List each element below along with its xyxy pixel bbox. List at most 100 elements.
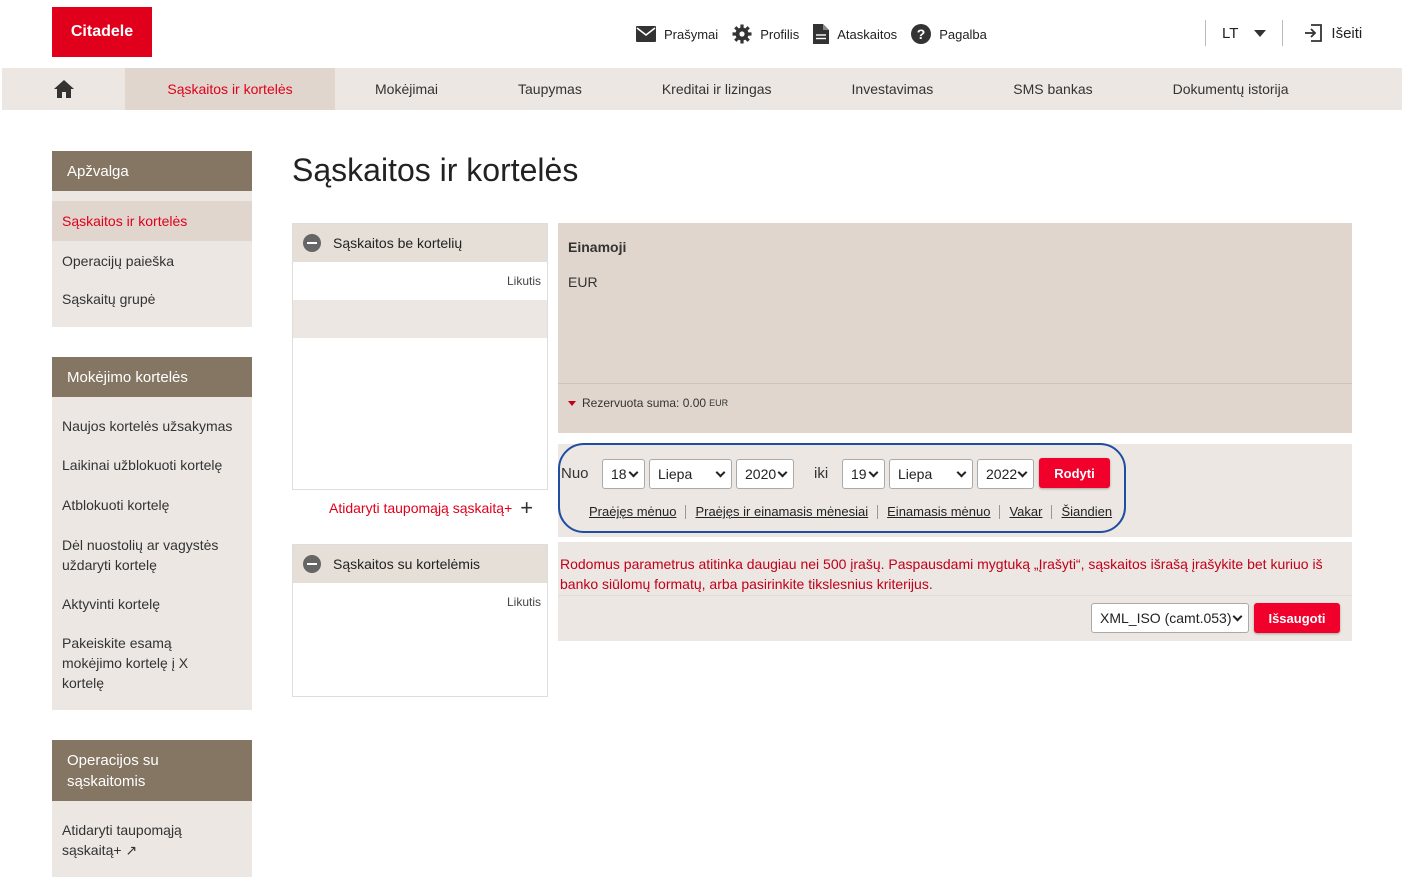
nav-document-history[interactable]: Dokumentų istorija <box>1173 68 1289 110</box>
divider <box>558 595 1352 596</box>
collapse-icon[interactable] <box>303 555 321 573</box>
to-day-select[interactable]: 19 <box>842 459 885 489</box>
sidebar-heading: Apžvalga <box>52 151 252 191</box>
yesterday-link[interactable]: Vakar <box>1004 504 1047 519</box>
quick-date-links: Praėjęs mėnuo Praėjęs ir einamasis mėnes… <box>584 504 1117 519</box>
home-button[interactable] <box>2 68 125 110</box>
warning-message: Rodomus parametrus atitinka daugiau nei … <box>560 556 1323 592</box>
from-day-select[interactable]: 18 <box>602 459 645 489</box>
requests-link[interactable]: Prašymai <box>636 26 718 42</box>
caret-down-icon <box>568 400 576 406</box>
from-year-select[interactable]: 2020 <box>736 459 794 489</box>
reserved-value: 0.00 <box>682 396 707 410</box>
sidebar-overview: Apžvalga Sąskaitos ir kortelės Operacijų… <box>52 151 252 327</box>
to-month-select[interactable]: Liepa <box>889 459 973 489</box>
chevron-down-icon <box>628 467 639 478</box>
sidebar-item-activate-card[interactable]: Aktyvinti kortelę <box>52 594 170 614</box>
chevron-down-icon <box>777 467 788 478</box>
reserved-label: Rezervuota suma: <box>582 396 680 410</box>
from-day-value: 18 <box>611 466 627 482</box>
svg-text:?: ? <box>917 26 926 42</box>
nav-savings[interactable]: Taupymas <box>518 68 582 110</box>
divider <box>558 383 1352 384</box>
profile-link[interactable]: Profilis <box>732 24 799 44</box>
nav-investing[interactable]: Investavimas <box>852 68 934 110</box>
language-area: LT Išeiti <box>1205 20 1362 46</box>
profile-label: Profilis <box>760 26 800 42</box>
today-link[interactable]: Šiandien <box>1056 504 1117 519</box>
account-detail: Einamoji EUR Rezervuota suma: 0.00 EUR <box>558 223 1352 433</box>
sidebar-item-open-savings[interactable]: Atidaryti taupomąją sąskaitą+ ↗ <box>52 820 202 860</box>
current-month-link[interactable]: Einamasis mėnuo <box>882 504 995 519</box>
envelope-icon <box>636 26 656 42</box>
sidebar-payment-cards: Mokėjimo kortelės Naujos kortelės užsaky… <box>52 357 252 710</box>
gear-icon <box>732 24 752 44</box>
to-label: iki <box>814 465 829 482</box>
reports-link[interactable]: Ataskaitos <box>813 24 897 44</box>
nav-payments[interactable]: Mokėjimai <box>375 68 438 110</box>
chevron-down-icon <box>956 467 967 478</box>
account-currency: EUR <box>568 274 598 290</box>
panel-title: Sąskaitos be kortelių <box>333 235 463 251</box>
chevron-down-icon <box>1232 611 1243 622</box>
save-button[interactable]: Išsaugoti <box>1254 603 1340 633</box>
sidebar-heading: Mokėjimo kortelės <box>52 357 252 397</box>
citadele-logo[interactable]: Citadele <box>52 7 152 57</box>
sidebar-item-unblock-card[interactable]: Atblokuoti kortelę <box>52 495 179 515</box>
help-label: Pagalba <box>939 26 987 42</box>
export-format-select[interactable]: XML_ISO (camt.053) <box>1091 603 1249 633</box>
from-month-value: Liepa <box>658 466 693 482</box>
show-button[interactable]: Rodyti <box>1039 458 1110 488</box>
sidebar-item-transaction-search[interactable]: Operacijų paieška <box>52 241 252 281</box>
to-day-value: 19 <box>851 466 867 482</box>
sidebar-account-operations: Operacijos su sąskaitomis Atidaryti taup… <box>52 740 252 877</box>
panel-title: Sąskaitos su kortelėmis <box>333 556 481 572</box>
page-title: Sąskaitos ir kortelės <box>292 152 579 188</box>
help-link[interactable]: ? Pagalba <box>911 24 987 44</box>
panel-accounts-with-cards: Sąskaitos su kortelėmis Likutis <box>292 544 548 697</box>
panel-header[interactable]: Sąskaitos su kortelėmis <box>293 545 547 583</box>
language-select[interactable]: LT <box>1222 24 1267 42</box>
last-month-link[interactable]: Praėjęs mėnuo <box>584 504 681 519</box>
caret-down-icon <box>1254 29 1267 37</box>
divider <box>1051 504 1053 519</box>
chevron-down-icon <box>1017 467 1028 478</box>
sidebar-item-temp-block-card[interactable]: Laikinai užblokuoti kortelę <box>52 455 232 475</box>
chevron-down-icon <box>868 467 879 478</box>
panel-accounts-without-cards: Sąskaitos be kortelių Likutis <box>292 223 548 490</box>
language-label: LT <box>1222 24 1239 42</box>
from-year-value: 2020 <box>745 466 777 482</box>
reserved-currency: EUR <box>709 398 729 408</box>
nav-accounts-cards[interactable]: Sąskaitos ir kortelės <box>125 68 335 110</box>
to-year-select[interactable]: 2022 <box>977 459 1034 489</box>
export-format-value: XML_ISO (camt.053) <box>1100 610 1232 626</box>
plus-icon: + <box>520 495 534 520</box>
balance-column-header: Likutis <box>506 595 541 609</box>
open-savings-label: Atidaryti taupomąją sąskaitą+ <box>329 500 513 516</box>
divider <box>877 504 879 519</box>
sidebar-item-accounts-cards[interactable]: Sąskaitos ir kortelės <box>52 201 252 241</box>
logout-label: Išeiti <box>1331 24 1363 42</box>
export-warning: Rodomus parametrus atitinka daugiau nei … <box>558 542 1352 641</box>
divider <box>1205 20 1206 46</box>
requests-label: Prašymai <box>664 26 719 42</box>
divider <box>999 504 1001 519</box>
document-icon <box>813 24 830 44</box>
panel-header[interactable]: Sąskaitos be kortelių <box>293 224 547 262</box>
logout-icon <box>1305 24 1323 42</box>
account-row[interactable] <box>293 300 547 338</box>
nav-credits[interactable]: Kreditai ir lizingas <box>662 68 772 110</box>
home-icon <box>53 80 74 98</box>
nav-sms-bank[interactable]: SMS bankas <box>1013 68 1092 110</box>
sidebar-item-account-group[interactable]: Sąskaitų grupė <box>52 281 252 321</box>
sidebar-item-new-card-order[interactable]: Naujos kortelės užsakymas <box>52 416 242 436</box>
last-and-current-month-link[interactable]: Praėjęs ir einamasis mėnesiai <box>690 504 873 519</box>
collapse-icon[interactable] <box>303 234 321 252</box>
to-year-value: 2022 <box>986 466 1018 482</box>
sidebar-item-close-card[interactable]: Dėl nuostolių ar vagystės uždaryti korte… <box>52 535 242 575</box>
from-month-select[interactable]: Liepa <box>649 459 732 489</box>
reserved-amount-toggle[interactable]: Rezervuota suma: 0.00 EUR <box>568 396 728 410</box>
sidebar-item-replace-card[interactable]: Pakeiskite esamą mokėjimo kortelę į X ko… <box>52 633 222 693</box>
open-savings-link[interactable]: Atidaryti taupomąją sąskaitą+ + <box>329 495 534 520</box>
logout-button[interactable]: Išeiti <box>1303 23 1362 43</box>
